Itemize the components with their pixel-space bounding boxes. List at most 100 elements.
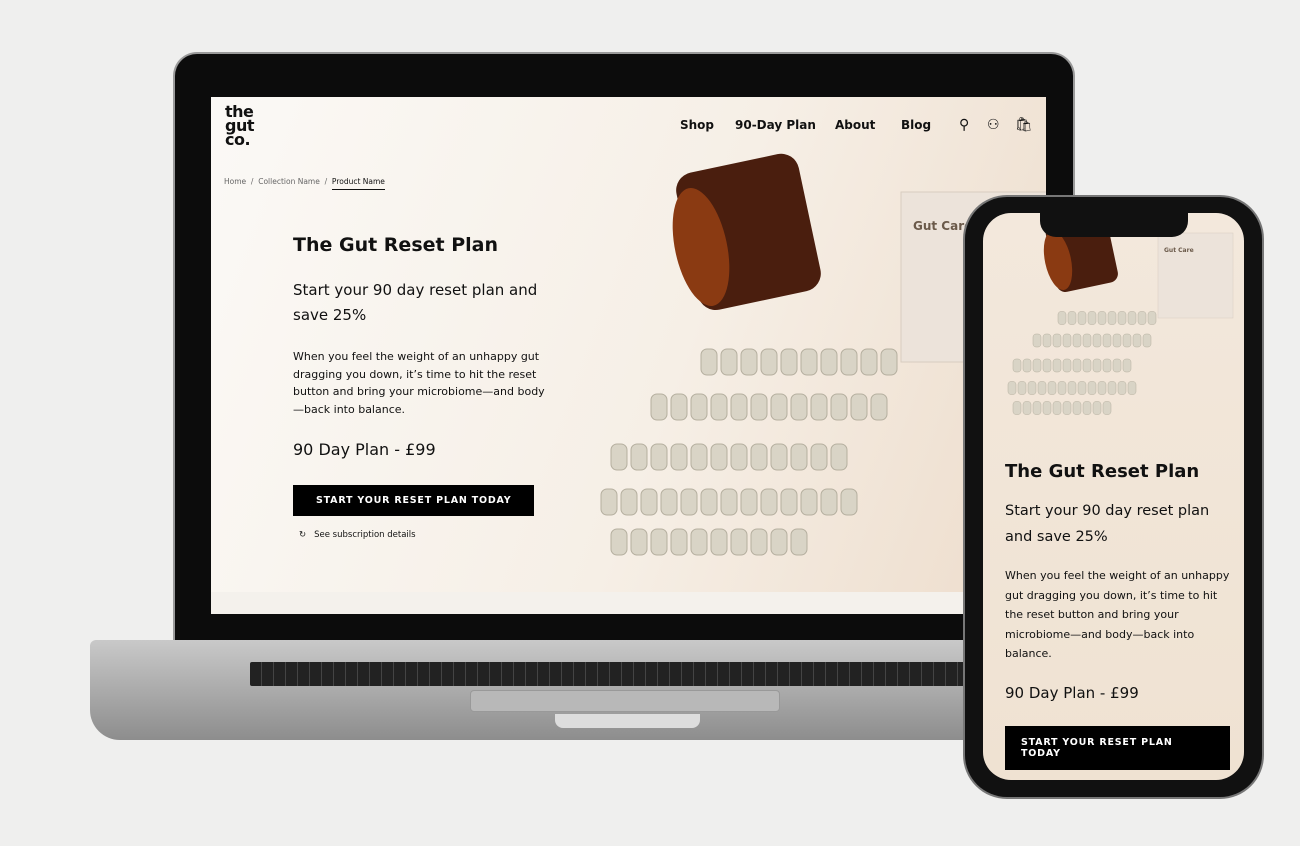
pill	[1092, 333, 1102, 348]
pill	[770, 393, 788, 421]
pill	[710, 393, 728, 421]
pill	[800, 348, 818, 376]
pill	[630, 443, 648, 471]
pill	[1062, 333, 1072, 348]
pill	[1082, 333, 1092, 348]
pill	[1042, 401, 1052, 415]
pill	[1112, 333, 1122, 348]
pill	[1062, 358, 1072, 373]
pill	[820, 348, 838, 376]
pill	[710, 443, 728, 471]
trackpad	[470, 690, 780, 712]
pill	[1102, 358, 1112, 373]
pill	[720, 488, 738, 516]
laptop-screen: the gut co. Shop 90-Day Plan About Blog ⚲ …	[211, 97, 1046, 614]
breadcrumb: Home / Collection Name / Product Name	[224, 177, 385, 190]
pill	[1022, 358, 1032, 373]
pill	[1032, 401, 1042, 415]
pill	[1077, 381, 1087, 395]
pill	[1087, 381, 1097, 395]
pill	[1047, 381, 1057, 395]
pill	[1037, 381, 1047, 395]
logo[interactable]: the gut co.	[225, 104, 255, 148]
pill	[700, 488, 718, 516]
pill	[790, 443, 808, 471]
pill	[730, 528, 748, 556]
product-price: 90 Day Plan - £99	[293, 440, 436, 459]
pill	[690, 443, 708, 471]
pill	[770, 528, 788, 556]
product-title: The Gut Reset Plan	[293, 234, 499, 256]
pill	[640, 488, 658, 516]
pill	[1077, 311, 1087, 325]
breadcrumb-collection[interactable]: Collection Name	[258, 177, 320, 186]
nav-90-day-plan[interactable]: 90-Day Plan	[735, 118, 816, 132]
pill	[1027, 381, 1037, 395]
pill	[1087, 311, 1097, 325]
pill	[1127, 381, 1137, 395]
pill	[1012, 401, 1022, 415]
pill	[880, 348, 898, 376]
pill	[1137, 311, 1147, 325]
pill	[800, 488, 818, 516]
subscription-details-link[interactable]: See subscription details	[314, 530, 415, 540]
pill	[690, 528, 708, 556]
pill	[1117, 381, 1127, 395]
pill	[700, 348, 718, 376]
pill	[1072, 401, 1082, 415]
pill	[1062, 401, 1072, 415]
account-icon[interactable]: ⚇	[987, 117, 1000, 133]
pill	[820, 488, 838, 516]
nav-blog[interactable]: Blog	[901, 118, 931, 132]
pill	[1097, 311, 1107, 325]
pill	[670, 528, 688, 556]
product-price-mobile: 90 Day Plan - £99	[1005, 683, 1139, 702]
pill	[1117, 311, 1127, 325]
pill	[1042, 358, 1052, 373]
pill	[810, 443, 828, 471]
pill	[780, 488, 798, 516]
product-box	[1157, 232, 1234, 319]
product-image-mobile: Gut Care	[1007, 213, 1234, 415]
pill	[860, 348, 878, 376]
pill	[690, 393, 708, 421]
pill	[1082, 358, 1092, 373]
pill	[660, 488, 678, 516]
pill	[1092, 401, 1102, 415]
search-icon[interactable]: ⚲	[959, 117, 969, 133]
product-subtitle-mobile: Start your 90 day reset plan and save 25…	[1005, 503, 1210, 545]
box-label: Gut Care	[1164, 247, 1194, 254]
pill	[790, 393, 808, 421]
hero: The Gut Reset Plan Start your 90 day res…	[293, 234, 553, 540]
cart-icon[interactable]: 🛍	[1015, 117, 1033, 133]
pill	[870, 393, 888, 421]
pill	[600, 488, 618, 516]
pill	[760, 488, 778, 516]
nav-about[interactable]: About	[835, 118, 875, 132]
pill	[610, 443, 628, 471]
pill	[1092, 358, 1102, 373]
pill	[1107, 381, 1117, 395]
pill	[680, 488, 698, 516]
pill	[790, 528, 808, 556]
phone-notch	[1040, 213, 1188, 237]
pill	[1007, 381, 1017, 395]
start-plan-button-mobile[interactable]: START YOUR RESET PLAN TODAY	[1005, 725, 1230, 770]
start-plan-button[interactable]: START YOUR RESET PLAN TODAY	[293, 485, 535, 516]
pill	[1107, 311, 1117, 325]
pill	[770, 443, 788, 471]
pill	[1112, 358, 1122, 373]
pill	[650, 443, 668, 471]
pill	[710, 528, 728, 556]
product-title-mobile: The Gut Reset Plan	[1005, 461, 1200, 482]
nav-shop[interactable]: Shop	[680, 118, 714, 132]
pill	[1042, 333, 1052, 348]
pill	[850, 393, 868, 421]
pill	[650, 393, 668, 421]
breadcrumb-product: Product Name	[331, 177, 385, 190]
pill	[1072, 358, 1082, 373]
breadcrumb-home[interactable]: Home	[224, 177, 246, 186]
pill	[630, 528, 648, 556]
pill	[750, 393, 768, 421]
pill	[1072, 333, 1082, 348]
